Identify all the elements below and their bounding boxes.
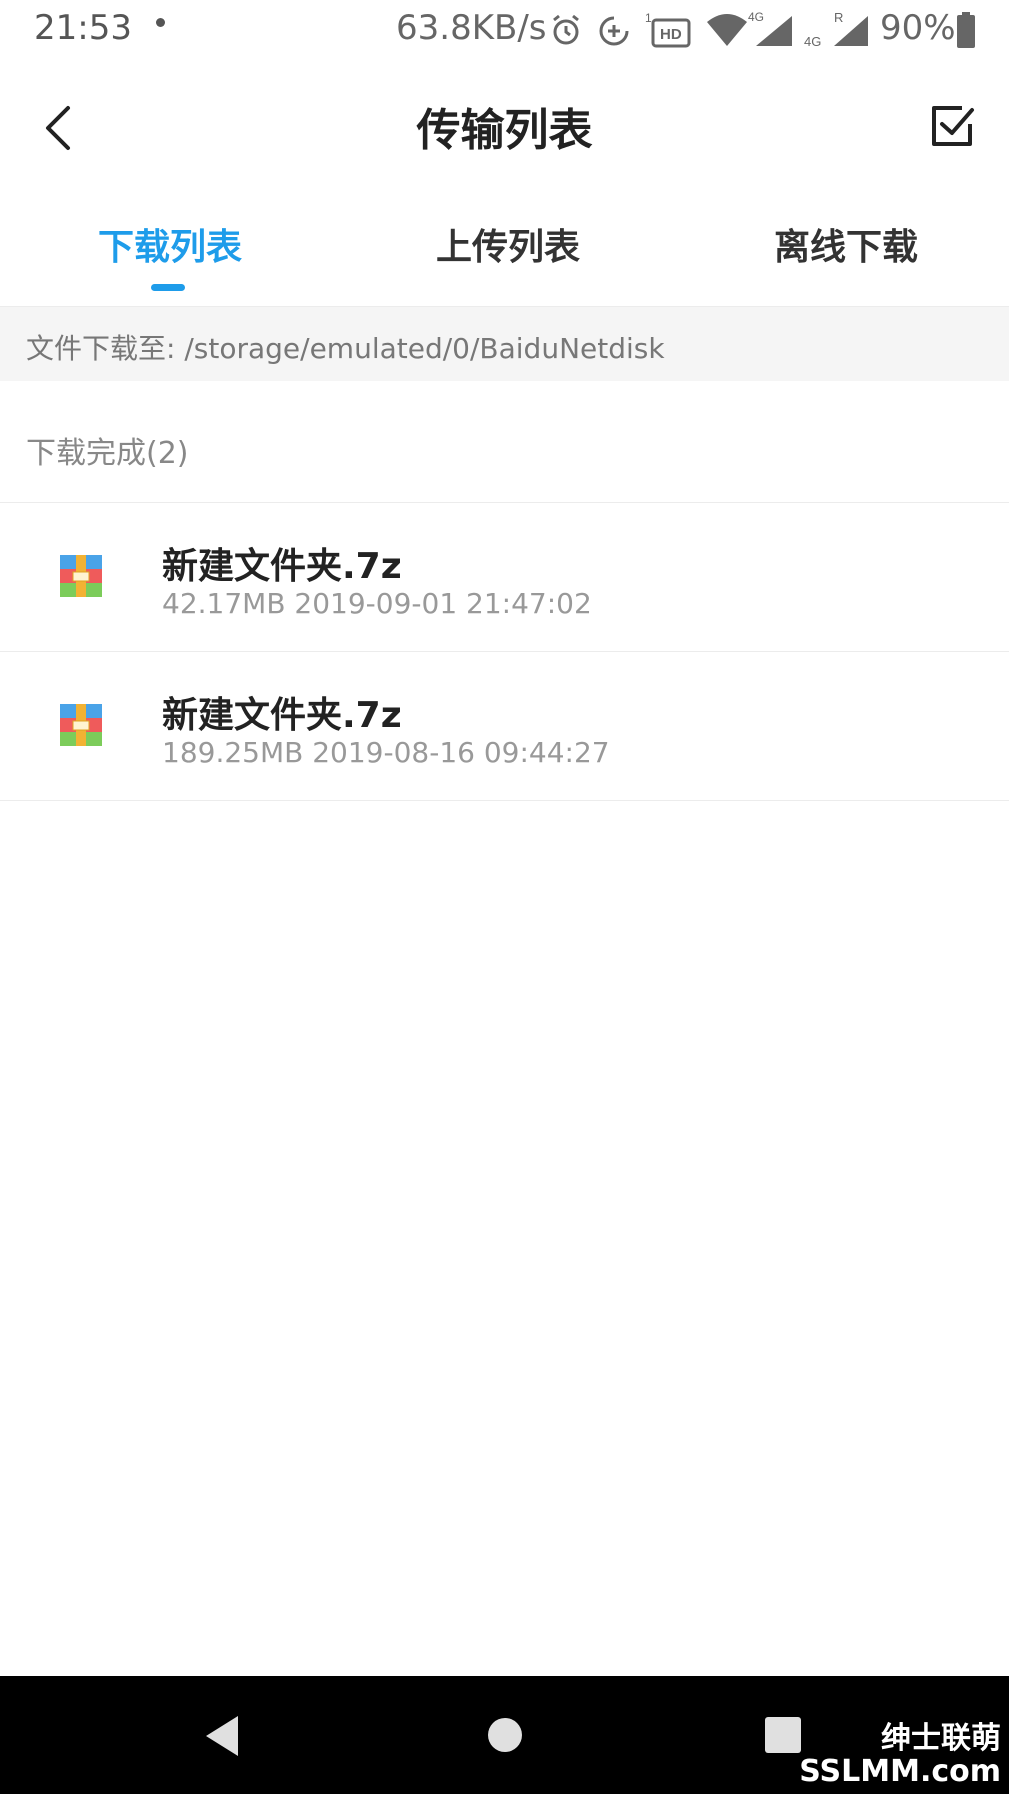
page-title: 传输列表 bbox=[416, 105, 593, 156]
alarm-icon bbox=[553, 14, 579, 45]
tab-bar: 下载列表 上传列表 离线下载 bbox=[0, 200, 1009, 300]
signal-4g-icon: 4G bbox=[748, 10, 792, 46]
download-file-list: 新建文件夹.7z 42.17MB 2019-09-01 21:47:02 新建文… bbox=[0, 502, 1009, 801]
svg-text:4G: 4G bbox=[804, 34, 821, 49]
status-time: 21:53 bbox=[34, 8, 132, 48]
download-path-text: 文件下载至: /storage/emulated/0/BaiduNetdisk bbox=[26, 332, 665, 365]
list-item[interactable]: 新建文件夹.7z 189.25MB 2019-08-16 09:44:27 bbox=[0, 651, 1009, 801]
checkbox-icon[interactable] bbox=[926, 100, 978, 152]
file-name: 新建文件夹.7z bbox=[162, 546, 402, 587]
archive-icon bbox=[60, 704, 102, 746]
file-name: 新建文件夹.7z bbox=[162, 695, 402, 736]
svg-text:4G: 4G bbox=[748, 10, 764, 24]
app-header: 传输列表 bbox=[0, 60, 1009, 190]
list-item[interactable]: 新建文件夹.7z 42.17MB 2019-09-01 21:47:02 bbox=[0, 502, 1009, 651]
recents-square-icon[interactable] bbox=[764, 1716, 802, 1754]
svg-text:HD: HD bbox=[660, 26, 682, 43]
tab-upload-list[interactable]: 上传列表 bbox=[436, 218, 580, 270]
watermark: 绅士联萌 SSLMM.com bbox=[799, 1722, 1001, 1788]
file-meta: 42.17MB 2019-09-01 21:47:02 bbox=[162, 587, 592, 620]
watermark-line2: SSLMM.com bbox=[799, 1754, 1001, 1789]
svg-text:1: 1 bbox=[645, 11, 652, 25]
tab-download-list[interactable]: 下载列表 bbox=[98, 218, 242, 270]
battery-percent: 90% bbox=[880, 8, 956, 48]
hd-icon: HD 1 bbox=[645, 11, 691, 48]
dot-icon bbox=[156, 18, 165, 27]
svg-text:R: R bbox=[834, 10, 843, 25]
status-bar: 21:53 63.8KB/s HD 1 4G 4G R 90% bbox=[0, 0, 1009, 60]
download-path-bar: 文件下载至: /storage/emulated/0/BaiduNetdisk bbox=[0, 306, 1009, 381]
battery-icon bbox=[957, 12, 975, 48]
section-title-completed: 下载完成(2) bbox=[26, 436, 189, 471]
tab-offline-download[interactable]: 离线下载 bbox=[774, 218, 918, 270]
archive-icon bbox=[60, 555, 102, 597]
active-tab-indicator bbox=[151, 284, 185, 291]
data-saver-icon bbox=[599, 16, 629, 46]
wifi-icon bbox=[707, 14, 747, 46]
watermark-line1: 绅士联萌 bbox=[881, 1721, 1001, 1756]
back-triangle-icon[interactable] bbox=[202, 1714, 242, 1758]
net-speed: 63.8KB/s bbox=[396, 8, 547, 48]
signal-r-icon: 4G R bbox=[804, 10, 868, 49]
system-nav-bar: 绅士联萌 SSLMM.com bbox=[0, 1676, 1009, 1794]
file-meta: 189.25MB 2019-08-16 09:44:27 bbox=[162, 736, 610, 769]
home-circle-icon[interactable] bbox=[486, 1716, 524, 1754]
